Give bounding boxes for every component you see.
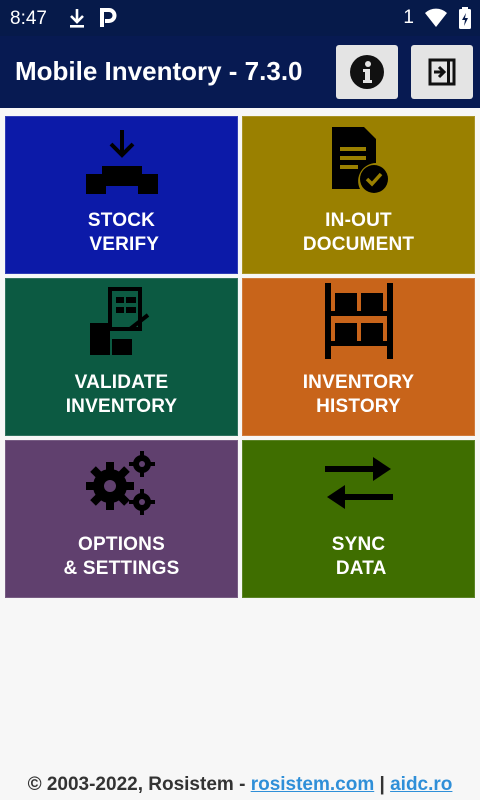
gears-icon bbox=[85, 451, 155, 515]
wifi-icon bbox=[425, 8, 447, 27]
menu-grid: STOCK VERIFY IN-OUT DOCUMENT VALIDATE IN… bbox=[5, 116, 475, 598]
rosistem-link[interactable]: rosistem.com bbox=[251, 774, 375, 795]
sync-arrows-icon bbox=[324, 457, 393, 509]
app-bar: Mobile Inventory - 7.3.0 bbox=[0, 36, 480, 108]
app-title: Mobile Inventory - 7.3.0 bbox=[15, 56, 303, 86]
logout-button[interactable] bbox=[411, 45, 473, 99]
tile-label-line1: SYNC bbox=[331, 534, 386, 555]
tile-label-line1: VALIDATE bbox=[74, 372, 169, 393]
battery-icon bbox=[459, 7, 471, 29]
tile-label-line1: STOCK bbox=[87, 210, 156, 231]
options-settings-tile[interactable]: OPTIONS & SETTINGS bbox=[5, 440, 238, 598]
sync-data-tile[interactable]: SYNC DATA bbox=[242, 440, 475, 598]
tile-label: INVENTORY HISTORY bbox=[243, 371, 474, 419]
tile-label-line1: OPTIONS bbox=[78, 534, 165, 555]
tile-label: IN-OUT DOCUMENT bbox=[243, 209, 474, 257]
aidc-link[interactable]: aidc.ro bbox=[390, 774, 452, 795]
info-icon bbox=[350, 55, 384, 89]
stock-verify-tile[interactable]: STOCK VERIFY bbox=[5, 116, 238, 274]
checklist-boxes-icon bbox=[89, 287, 149, 355]
tile-label-line2: INVENTORY bbox=[65, 396, 178, 417]
copyright-text: © 2003-2022, Rosistem - bbox=[27, 774, 251, 795]
parking-icon bbox=[100, 8, 117, 27]
tile-label-line2: HISTORY bbox=[316, 396, 401, 417]
status-time: 8:47 bbox=[10, 8, 47, 29]
tile-label-line1: IN-OUT bbox=[325, 210, 392, 231]
tile-label: STOCK VERIFY bbox=[6, 209, 237, 257]
tile-label-line2: DATA bbox=[330, 558, 387, 579]
status-bar: 8:47 1 bbox=[0, 0, 480, 36]
validate-inventory-tile[interactable]: VALIDATE INVENTORY bbox=[5, 278, 238, 436]
inventory-history-tile[interactable]: INVENTORY HISTORY bbox=[242, 278, 475, 436]
unload-pallet-icon bbox=[85, 130, 158, 194]
info-button[interactable] bbox=[336, 45, 398, 99]
in-out-document-tile[interactable]: IN-OUT DOCUMENT bbox=[242, 116, 475, 274]
tile-label-line2: DOCUMENT bbox=[302, 234, 415, 255]
tile-label: VALIDATE INVENTORY bbox=[6, 371, 237, 419]
tile-label-line2: VERIFY bbox=[83, 234, 160, 255]
download-icon bbox=[70, 9, 84, 28]
tile-label: SYNC DATA bbox=[243, 533, 474, 581]
shelf-icon bbox=[324, 283, 393, 359]
notification-count: 1 bbox=[403, 7, 414, 28]
footer-separator: | bbox=[374, 774, 391, 795]
tile-label: OPTIONS & SETTINGS bbox=[6, 533, 237, 581]
logout-icon bbox=[428, 58, 456, 86]
footer: © 2003-2022, Rosistem - rosistem.com | a… bbox=[0, 774, 480, 800]
document-check-icon bbox=[331, 127, 388, 193]
tile-label-line1: INVENTORY bbox=[302, 372, 415, 393]
tile-label-line2: & SETTINGS bbox=[63, 558, 180, 579]
